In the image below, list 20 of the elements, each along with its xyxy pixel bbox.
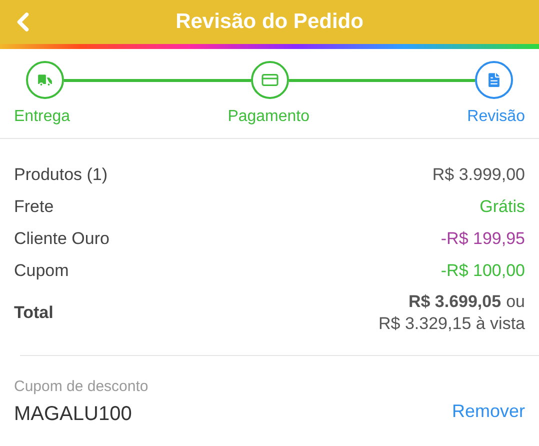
summary-label: Frete <box>14 196 54 218</box>
summary-value: R$ 3.999,00 <box>432 164 525 186</box>
screen-title: Revisão do Pedido <box>176 9 364 36</box>
summary-value: Grátis <box>480 196 525 218</box>
coupon-label: Cupom de desconto <box>14 377 148 397</box>
summary-value: -R$ 100,00 <box>440 260 525 282</box>
total-label: Total <box>14 302 54 324</box>
step-label: Revisão <box>467 107 525 127</box>
credit-card-icon <box>260 71 278 89</box>
remove-link[interactable]: Remover <box>452 398 525 424</box>
summary-value: -R$ 199,95 <box>440 228 525 250</box>
summary-label: Cliente Ouro <box>14 228 110 250</box>
total-price: R$ 3.699,05 <box>408 291 502 313</box>
summary-label: Produtos (1) <box>14 164 108 186</box>
step-label: Entrega <box>14 107 70 127</box>
cash-price: R$ 3.329,15 à vista <box>378 313 525 335</box>
separator-text: ou <box>506 291 525 313</box>
summary-label: Cupom <box>14 260 69 282</box>
coupon-code: MAGALU100 <box>14 402 133 426</box>
step-label: Pagamento <box>228 107 310 127</box>
